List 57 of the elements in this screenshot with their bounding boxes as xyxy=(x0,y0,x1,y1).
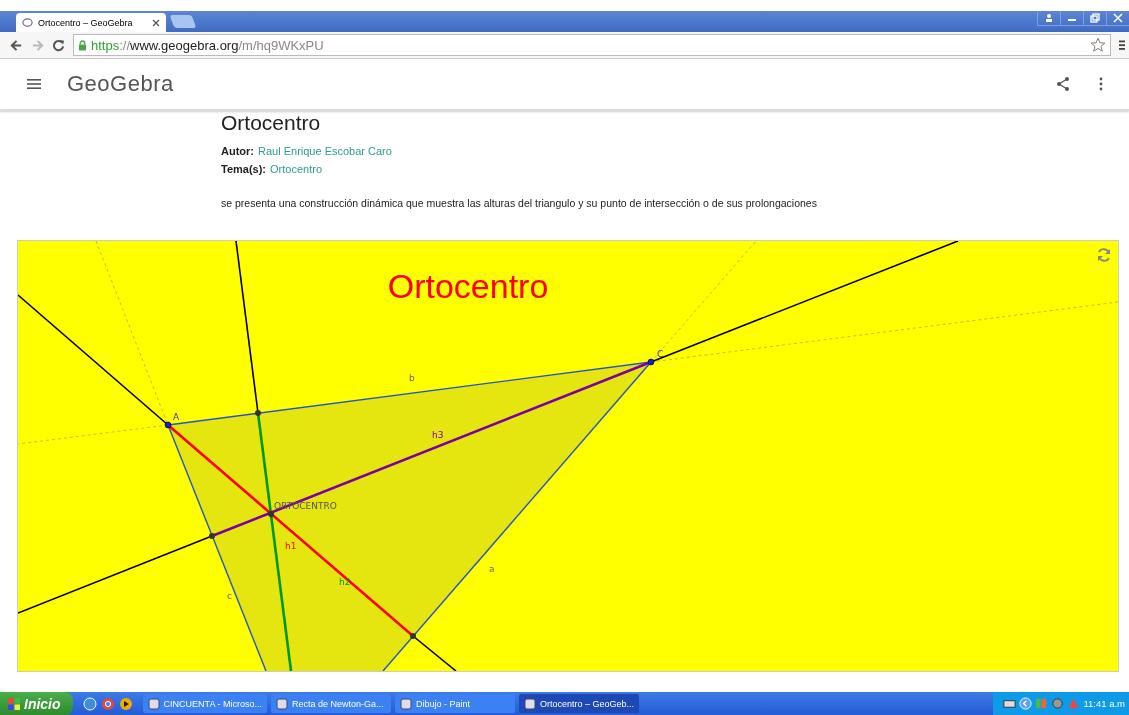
close-icon[interactable] xyxy=(152,18,160,27)
object-label: c xyxy=(227,591,232,601)
reload-icon[interactable] xyxy=(52,38,65,52)
window-icon xyxy=(147,697,160,710)
object-label: h1 xyxy=(285,541,297,551)
point xyxy=(410,633,416,639)
lock-icon xyxy=(78,39,87,51)
share-icon[interactable] xyxy=(1055,76,1071,92)
address-field[interactable]: https://www.geogebra.org/m/hq9WKxPU xyxy=(73,34,1111,56)
object-label: C xyxy=(657,349,664,359)
restore-button[interactable] xyxy=(1083,11,1106,26)
reset-icon[interactable] xyxy=(1096,247,1112,263)
star-icon[interactable] xyxy=(1090,37,1106,53)
url-text: https://www.geogebra.org/m/hq9WKxPU xyxy=(91,37,324,53)
point xyxy=(268,511,274,517)
restore-icon xyxy=(1090,13,1100,23)
line xyxy=(412,635,457,671)
browser-tab[interactable]: Ortocentro – GeoGebra xyxy=(16,13,166,32)
window-icon xyxy=(399,697,412,710)
author-label: Autor: xyxy=(221,145,254,157)
geogebra-logo[interactable]: GeoGebra xyxy=(67,71,174,97)
taskbar-item[interactable]: Dibujo - Paint xyxy=(394,694,515,713)
topics-label: Tema(s): xyxy=(221,163,267,175)
media-icon[interactable] xyxy=(118,696,133,711)
windows-flag-icon xyxy=(8,697,20,710)
taskbar-item[interactable]: Ortocentro – GeoGeb... xyxy=(518,694,639,713)
taskbar-item[interactable]: Recta de Newton-Ga... xyxy=(270,694,391,713)
point xyxy=(164,421,172,429)
start-button[interactable]: Inicio xyxy=(0,692,73,715)
object-label: a xyxy=(489,564,495,574)
menu-icon[interactable] xyxy=(27,78,41,90)
keyboard-icon xyxy=(1003,697,1017,710)
point xyxy=(647,358,655,366)
new-tab-button[interactable] xyxy=(169,15,197,28)
minimize-button[interactable] xyxy=(1060,11,1083,26)
close-icon xyxy=(1113,13,1123,23)
clock: 11:41 a.m xyxy=(1083,698,1125,709)
object-label: h3 xyxy=(432,430,444,440)
menu-icon[interactable] xyxy=(1119,39,1125,51)
object-label: h2 xyxy=(339,577,351,587)
object-label: A xyxy=(173,412,180,422)
description: se presenta una construcción dinámica que muestra las alturas del triangulo y su punto de intersección o de sus prolongaciones xyxy=(221,197,818,209)
window-icon xyxy=(275,697,288,710)
user-button[interactable] xyxy=(1037,11,1060,26)
point xyxy=(255,410,261,416)
expand-icon[interactable] xyxy=(1019,697,1033,710)
object-label: b xyxy=(409,373,415,383)
author-link[interactable]: Raul Enrique Escobar Caro xyxy=(258,145,392,157)
close-button[interactable] xyxy=(1106,11,1129,26)
point xyxy=(209,533,215,539)
person-icon xyxy=(1044,13,1054,23)
topic-link[interactable]: Ortocentro xyxy=(270,163,322,175)
applet-title: Ortocentro xyxy=(387,267,549,305)
taskbar-item[interactable]: CINCUENTA - Microso... xyxy=(142,694,267,713)
window-icon xyxy=(523,697,536,710)
back-icon[interactable] xyxy=(10,38,23,52)
page-title: Ortocentro xyxy=(221,111,322,135)
